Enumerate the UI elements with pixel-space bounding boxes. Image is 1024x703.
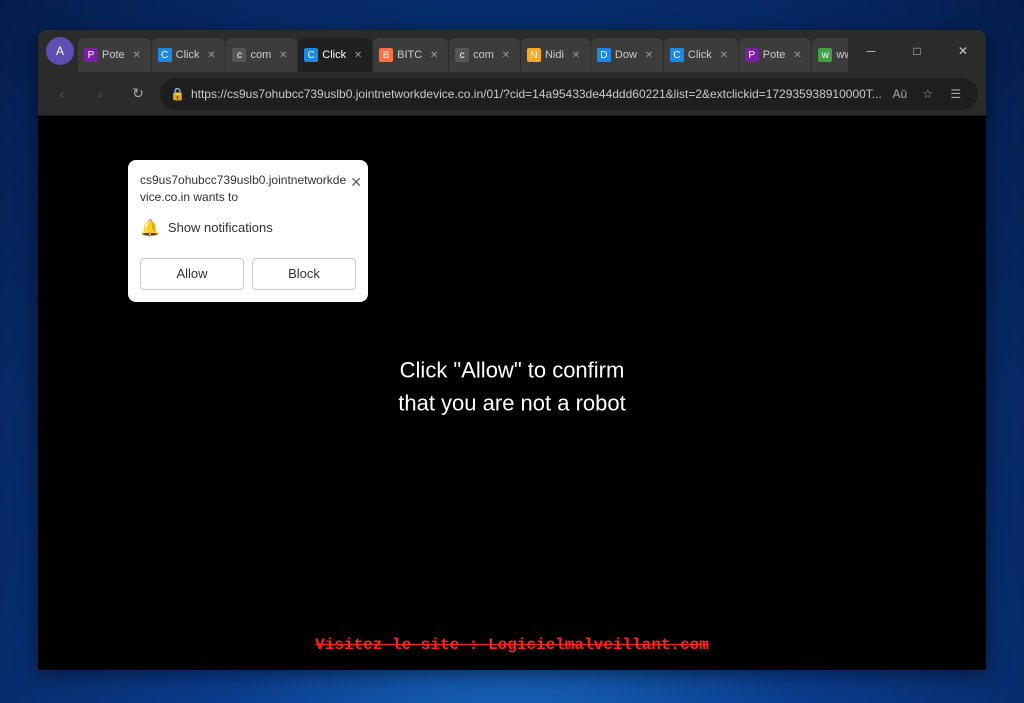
favorites-button[interactable]: ☆: [916, 82, 940, 106]
popup-domain: cs9us7ohubcc739uslb0.jointnetworkde vice…: [140, 172, 346, 206]
tab-close-3[interactable]: ✕: [275, 47, 291, 63]
tab-close-10[interactable]: ✕: [789, 47, 805, 63]
tab-2[interactable]: C Click ✕: [152, 38, 226, 72]
profile-icon[interactable]: A: [46, 37, 74, 65]
tab-close-9[interactable]: ✕: [716, 47, 732, 63]
tab-favicon-10: P: [745, 48, 759, 62]
page-text-line2: that you are not a robot: [398, 386, 626, 419]
read-aloud-button[interactable]: Aǔ: [888, 82, 912, 106]
popup-buttons: Allow Block: [128, 250, 368, 302]
popup-close-button[interactable]: ✕: [346, 172, 366, 192]
lock-icon: 🔒: [170, 87, 185, 101]
tab-favicon-11: w: [818, 48, 832, 62]
bell-icon: 🔔: [140, 218, 160, 238]
back-button[interactable]: ‹: [46, 78, 78, 110]
tab-title-8: Dow: [615, 49, 637, 61]
tab-close-5[interactable]: ✕: [426, 47, 442, 63]
maximize-button[interactable]: □: [894, 35, 940, 67]
tab-6[interactable]: c com ✕: [449, 38, 520, 72]
close-button[interactable]: ✕: [940, 35, 986, 67]
notification-popup: cs9us7ohubcc739uslb0.jointnetworkde vice…: [128, 160, 368, 302]
browser-window: A P Pote ✕ C Click ✕ c com ✕: [38, 30, 986, 670]
tab-close-7[interactable]: ✕: [568, 47, 584, 63]
tab-close-8[interactable]: ✕: [641, 47, 657, 63]
forward-button[interactable]: ›: [84, 78, 116, 110]
tab-title-10: Pote: [763, 49, 786, 61]
title-bar-left: A: [38, 37, 74, 65]
allow-button[interactable]: Allow: [140, 258, 244, 290]
toolbar: ‹ › ↻ 🔒 https://cs9us7ohubcc739uslb0.joi…: [38, 72, 986, 116]
tab-title-1: Pote: [102, 49, 125, 61]
tab-title-5: BITC: [397, 49, 422, 61]
tab-title-7: Nidi: [545, 49, 564, 61]
window-controls: ─ □ ✕: [848, 35, 986, 67]
tab-favicon-7: N: [527, 48, 541, 62]
tab-title-4: Click: [322, 49, 346, 61]
toolbar-right: ··· e: [984, 78, 986, 110]
address-icons: Aǔ ☆ ☰: [888, 82, 968, 106]
tab-8[interactable]: D Dow ✕: [591, 38, 663, 72]
tab-favicon-3: c: [232, 48, 246, 62]
tabs-container: P Pote ✕ C Click ✕ c com ✕ C Click ✕: [74, 30, 848, 72]
tab-close-4[interactable]: ✕: [350, 47, 366, 63]
tab-favicon-6: c: [455, 48, 469, 62]
content-area: Click "Allow" to confirm that you are no…: [38, 116, 986, 670]
collections-button[interactable]: ☰: [944, 82, 968, 106]
watermark-text: Visitez le site : Logicielmalveillant.co…: [315, 636, 709, 654]
tab-favicon-9: C: [670, 48, 684, 62]
page-text-line1: Click "Allow" to confirm: [398, 353, 626, 386]
tab-title-2: Click: [176, 49, 200, 61]
minimize-button[interactable]: ─: [848, 35, 894, 67]
tab-11[interactable]: w wwv ✕: [812, 38, 848, 72]
tab-close-6[interactable]: ✕: [498, 47, 514, 63]
tab-9[interactable]: C Click ✕: [664, 38, 738, 72]
tab-favicon-4: C: [304, 48, 318, 62]
tab-7[interactable]: N Nidi ✕: [521, 38, 590, 72]
address-bar[interactable]: 🔒 https://cs9us7ohubcc739uslb0.jointnetw…: [160, 78, 978, 110]
address-text: https://cs9us7ohubcc739uslb0.jointnetwor…: [191, 87, 882, 101]
tab-3[interactable]: c com ✕: [226, 38, 297, 72]
tab-title-6: com: [473, 49, 494, 61]
tab-10[interactable]: P Pote ✕: [739, 38, 812, 72]
tab-favicon-1: P: [84, 48, 98, 62]
tab-1[interactable]: P Pote ✕: [78, 38, 151, 72]
more-button[interactable]: ···: [984, 78, 986, 110]
title-bar: A P Pote ✕ C Click ✕ c com ✕: [38, 30, 986, 72]
tab-title-9: Click: [688, 49, 712, 61]
permission-label: Show notifications: [168, 220, 273, 235]
refresh-button[interactable]: ↻: [122, 78, 154, 110]
tab-4-active[interactable]: C Click ✕: [298, 38, 372, 72]
page-main-text: Click "Allow" to confirm that you are no…: [398, 353, 626, 419]
tab-favicon-8: D: [597, 48, 611, 62]
tab-5[interactable]: B BITC ✕: [373, 38, 448, 72]
tab-close-1[interactable]: ✕: [129, 47, 145, 63]
popup-permission-row: 🔔 Show notifications: [128, 212, 368, 250]
tab-favicon-5: B: [379, 48, 393, 62]
block-button[interactable]: Block: [252, 258, 356, 290]
tab-close-2[interactable]: ✕: [203, 47, 219, 63]
popup-header: cs9us7ohubcc739uslb0.jointnetworkde vice…: [128, 160, 368, 212]
tab-favicon-2: C: [158, 48, 172, 62]
tab-title-11: wwv: [836, 49, 848, 61]
tab-title-3: com: [250, 49, 271, 61]
